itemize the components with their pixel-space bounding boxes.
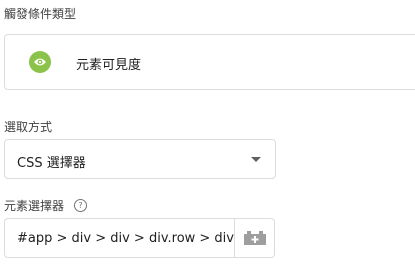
trigger-type-label: 觸發條件類型 <box>4 7 77 21</box>
element-selector-field[interactable] <box>4 218 234 258</box>
element-selector-input[interactable] <box>5 219 234 257</box>
trigger-type-name: 元素可見度 <box>76 58 142 73</box>
help-icon[interactable]: ? <box>74 199 87 212</box>
selection-method-value: CSS 選擇器 <box>17 156 86 171</box>
selection-method-label: 選取方式 <box>4 120 53 134</box>
dropdown-arrow-icon <box>251 157 261 162</box>
selection-method-select[interactable]: CSS 選擇器 <box>4 139 276 179</box>
trigger-type-card[interactable]: 元素可見度 <box>4 34 415 90</box>
element-selector-label: 元素選擇器 <box>4 199 65 213</box>
insert-variable-button[interactable] <box>234 218 275 258</box>
variable-brick-icon <box>244 231 266 245</box>
eye-icon <box>29 51 51 73</box>
